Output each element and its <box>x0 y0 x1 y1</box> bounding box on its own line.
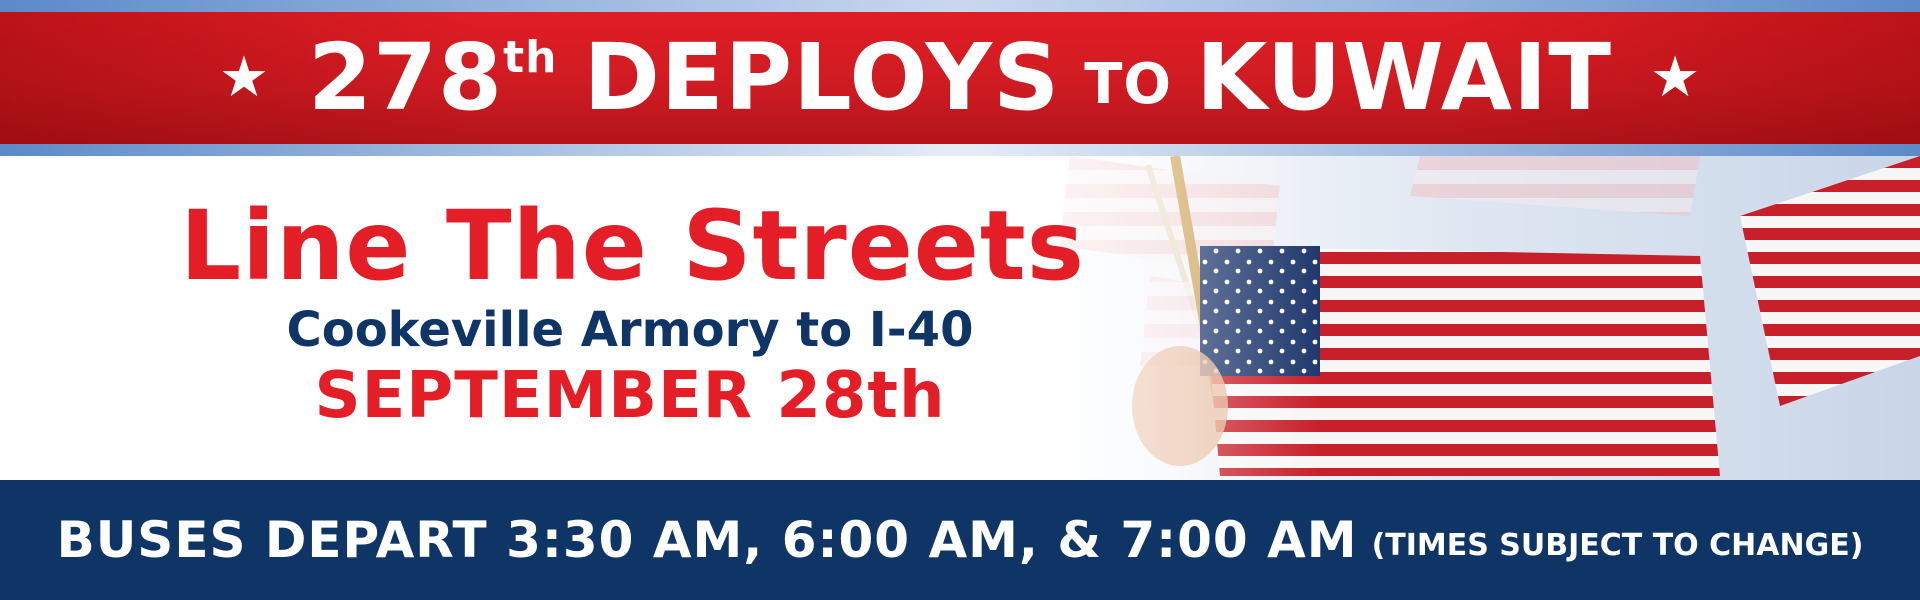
star-icon-right: ★ <box>1649 45 1702 110</box>
bus-schedule-band: BUSES DEPART 3:30 AM, 6:00 AM, & 7:00 AM… <box>0 480 1920 600</box>
unit-number: 278 <box>308 24 504 131</box>
headline-band: ★ 278 th DEPLOYS TO KUWAIT ★ <box>0 12 1920 144</box>
bus-departure-times: BUSES DEPART 3:30 AM, 6:00 AM, & 7:00 AM <box>56 511 1358 569</box>
headline-blue-stripe <box>0 144 1920 156</box>
event-route: Cookeville Armory to I-40 <box>286 302 974 358</box>
main-section: Line The Streets Cookeville Armory to I-… <box>0 156 1920 480</box>
event-title: Line The Streets <box>180 190 1085 302</box>
event-details: Line The Streets Cookeville Armory to I-… <box>180 190 1085 433</box>
times-disclaimer: (TIMES SUBJECT TO CHANGE) <box>1371 527 1864 563</box>
event-date: SEPTEMBER 28th <box>314 359 946 433</box>
top-blue-stripe <box>0 0 1920 12</box>
headline-to: TO <box>1084 52 1173 117</box>
headline-destination: KUWAIT <box>1196 24 1612 131</box>
unit-number-suffix: th <box>503 32 558 83</box>
event-banner: ★ 278 th DEPLOYS TO KUWAIT ★ Line The St… <box>0 0 1920 600</box>
headline-deploys: DEPLOYS <box>583 24 1061 131</box>
star-icon-left: ★ <box>218 45 271 110</box>
headline: ★ 278 th DEPLOYS TO KUWAIT ★ <box>181 32 1739 124</box>
